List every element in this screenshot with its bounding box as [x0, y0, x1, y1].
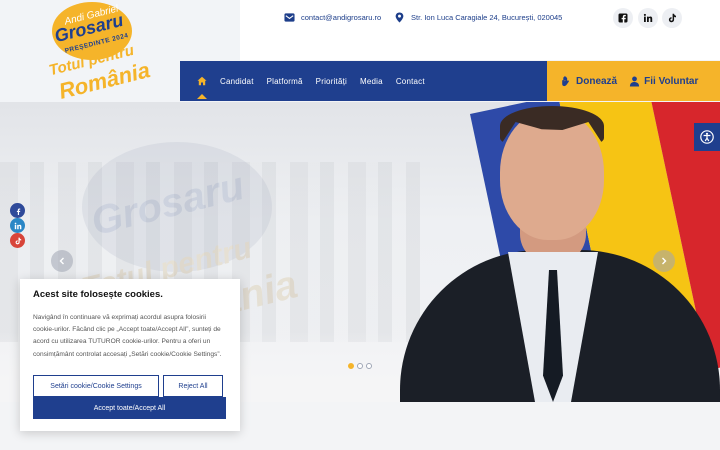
nav-item-platforma[interactable]: Platformă	[267, 77, 303, 86]
accessibility-icon	[700, 130, 714, 144]
contact-email-text[interactable]: contact@andigrosaru.ro	[301, 13, 381, 22]
chevron-right-icon	[662, 257, 667, 265]
candidate-photo	[400, 102, 720, 402]
contact-email[interactable]: contact@andigrosaru.ro	[284, 12, 381, 23]
contact-address: Str. Ion Luca Caragiale 24, București, 0…	[394, 12, 562, 23]
floating-linkedin-icon[interactable]	[10, 218, 25, 233]
hand-icon	[562, 75, 569, 86]
home-icon	[197, 76, 207, 86]
floating-tiktok-icon[interactable]	[10, 233, 25, 248]
volunteer-label[interactable]: Fii Voluntar	[644, 76, 698, 87]
facebook-icon[interactable]	[613, 8, 633, 28]
nav-item-contact[interactable]: Contact	[396, 77, 425, 86]
cookie-settings-button[interactable]: Setări cookie/Cookie Settings	[33, 375, 159, 397]
main-nav: Candidat Platformă Priorități Media Cont…	[180, 61, 547, 101]
volunteer-button[interactable]: Fii Voluntar	[629, 76, 698, 87]
cookie-consent-dialog: Acest site folosește cookies. Navigând î…	[20, 279, 240, 431]
accessibility-button[interactable]	[694, 123, 720, 151]
slider-next-button[interactable]	[653, 250, 675, 272]
contact-address-text: Str. Ion Luca Caragiale 24, București, 0…	[411, 13, 563, 22]
nav-item-media[interactable]: Media	[360, 77, 383, 86]
donate-button[interactable]: Donează	[561, 76, 617, 87]
accept-all-button[interactable]: Accept toate/Accept All	[33, 397, 226, 419]
envelope-icon	[284, 13, 295, 22]
chevron-left-icon	[59, 257, 64, 265]
slider-dot-1[interactable]	[348, 363, 354, 369]
map-pin-icon	[395, 12, 404, 23]
slider-dot-3[interactable]	[366, 363, 372, 369]
slider-dot-2[interactable]	[357, 363, 363, 369]
top-bar: contact@andigrosaru.ro Str. Ion Luca Car…	[240, 0, 720, 60]
linkedin-icon[interactable]	[638, 8, 658, 28]
nav-item-prioritati[interactable]: Priorități	[316, 77, 347, 86]
user-icon	[630, 76, 640, 87]
cta-bar: Donează Fii Voluntar	[547, 61, 720, 101]
donate-label[interactable]: Donează	[576, 76, 617, 87]
cookie-text: Navigând în continuare vă exprimați acor…	[33, 314, 222, 358]
slider-prev-button[interactable]	[51, 250, 73, 272]
slider-dots	[348, 363, 372, 369]
nav-item-candidat[interactable]: Candidat	[220, 77, 254, 86]
site-logo[interactable]: Andi Gabriel Grosaru PREȘEDINTE 2024 Tot…	[42, 2, 172, 104]
reject-all-button[interactable]: Reject All	[163, 375, 223, 397]
floating-facebook-icon[interactable]	[10, 203, 25, 218]
home-link[interactable]	[194, 61, 210, 101]
cookie-title: Acest site folosește cookies.	[33, 289, 163, 300]
tiktok-icon[interactable]	[662, 8, 682, 28]
